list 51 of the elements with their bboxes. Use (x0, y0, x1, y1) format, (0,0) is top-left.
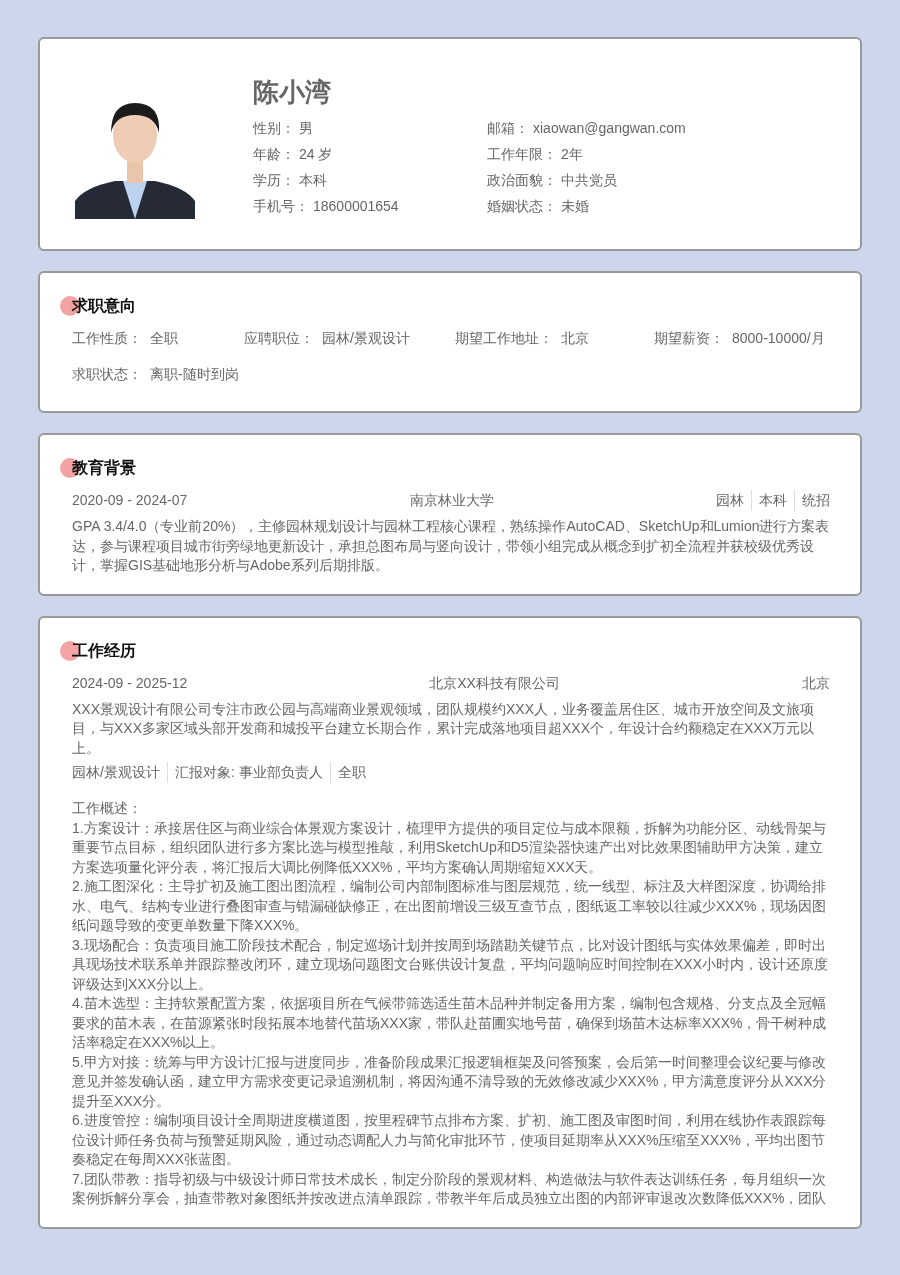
field-value: 离职-随时到岗 (150, 366, 239, 382)
duty-item: 5.甲方对接：统筹与甲方设计汇报与进度同步，准备阶段成果汇报逻辑框架及问答预案，会后第一时间整理会议纪要与修改意见并签发确认函，建立甲方需求变更记录追溯机制，将因沟通不清导致的无效修改减少XXX%，甲方满意度评分从XXX分提升至XXX分。 (72, 1052, 828, 1111)
field-value: 本科 (299, 172, 327, 188)
duty-item: 7.团队带教：指导初级与中级设计师日常技术成长，制定分阶段的景观材料、构造做法与软件表达训练任务，每月组织一次案例拆解分享会，抽查带教对象图纸并按改进点清单跟踪，带教半年后成员独立出图的内部评审退改次数降低XXX%，团队 (72, 1169, 828, 1208)
duty-item: 4.苗木选型：主持软景配置方案，依据项目所在气候带筛选适生苗木品种并制定备用方案，编制包含规格、分支点及全冠幅要求的苗木表，在苗源紧张时段拓展本地替代苗场XXX家，带队赴苗圃实地号苗，确保到场苗木达标率XXX%，骨干树种成活率稳定在XXX%以上。 (72, 994, 828, 1052)
field-value: 8000-10000/月 (732, 330, 825, 346)
field-value: 中共党员 (561, 172, 617, 188)
field-label: 手机号： (253, 198, 309, 214)
section-title: 求职意向 (72, 296, 136, 316)
duty-item: 2.施工图深化：主导扩初及施工图出图流程，编制公司内部制图标准与图层规范，统一线型、标注及大样图深度，协调给排水、电气、结构专业进行叠图审查与错漏碰缺修正，在出图前增设三级互查节点，图纸返工率较以往减少XXX%，现场因图纸问题导致的变更单数量下降XXX%。 (72, 877, 828, 935)
field-label: 工作年限： (487, 146, 557, 162)
field-label: 邮箱： (487, 120, 529, 136)
tag-text: 本科 (751, 490, 787, 511)
company-name: 北京XX科技有限公司 (429, 673, 560, 693)
field-label: 婚姻状态： (487, 198, 557, 214)
field-label: 学历： (253, 172, 295, 188)
description-text: GPA 3.4/4.0（专业前20%），主修园林规划设计与园林工程核心课程，熟练操作AutoCAD、SketchUp和Lumion进行方案表达，参与课程项目城市街旁绿地更新设计，承担总图布局与竖向设计，带领小组完成从概念到扩初全流程并获校级优秀设计，掌握GIS基础地形分析与Adobe系列后期排版。 (72, 517, 830, 575)
overview-label: 工作概述： (72, 799, 143, 818)
field-value: 北京 (561, 330, 589, 346)
field-value: 未婚 (561, 198, 589, 214)
field-value: 园林/景观设计 (322, 330, 410, 346)
field-label: 期望工作地址： (455, 330, 553, 346)
tag-text: 园林/景观设计 (72, 763, 160, 782)
section-title: 工作经历 (72, 640, 136, 661)
duty-item: 3.现场配合：负责项目施工阶段技术配合，制定巡场计划并按周到场踏勘关键节点，比对设计图纸与实体效果偏差，即时出具现场技术联系单并跟踪整改闭环，建立现场问题图文台账供设计复盘，平均问题响应时间控制在XXX小时内，设计还原度评级达到XXX分以上。 (72, 935, 829, 994)
field-label: 性别： (253, 120, 295, 136)
field-value: 男 (299, 120, 313, 136)
section-title: 教育背景 (72, 458, 136, 478)
field-value: 24 岁 (299, 146, 333, 162)
location-text: 北京 (802, 673, 830, 693)
field-value: 全职 (150, 330, 178, 346)
tag-text: 园林 (716, 491, 744, 510)
field-value: xiaowan@gangwan.com (533, 120, 686, 136)
person-name: 陈小湾 (253, 76, 332, 108)
duty-item: 6.进度管控：编制项目设计全周期进度横道图，按里程碑节点排布方案、扩初、施工图及审图时间，利用在线协作表跟踪每位设计师任务负荷与预警延期风险，通过动态调配人力与简化审批环节，使项目延期率从XXX%压缩至XXX%，平均出图节奏稳定在每周XXX张蓝图。 (72, 1111, 827, 1169)
field-label: 期望薪资： (654, 330, 724, 346)
field-label: 年龄： (253, 146, 295, 162)
date-range: 2020-09 - 2024-07 (72, 491, 188, 510)
description-text: XXX景观设计有限公司专注市政公园与高端商业景观领域，团队规模约XXX人，业务覆盖居住区、城市开放空间及文旅项目，与XXX多家区域头部开发商和城投平台建立长期合作，累计完成落地项目超XXX个，年设计合约额稳定在XXX万元以上。 (72, 699, 816, 758)
date-range: 2024-09 - 2025-12 (72, 673, 188, 693)
field-label: 政治面貌： (487, 172, 557, 188)
field-value: 2年 (561, 146, 583, 162)
tag-text: 全职 (329, 762, 366, 783)
school-name: 南京林业大学 (409, 491, 494, 510)
tag-text: 汇报对象: 事业部负责人 (166, 762, 323, 783)
tag-text: 统招 (794, 490, 830, 511)
field-label: 工作性质： (72, 330, 142, 346)
field-label: 求职状态： (72, 366, 142, 382)
duty-item: 1.方案设计：承接居住区与商业综合体景观方案设计，梳理甲方提供的项目定位与成本限额，拆解为功能分区、动线骨架与重要节点目标，组织团队进行多方案比选与模型推敲，利用SketchUp和D5渲染器快速产出对比效果图辅助甲方决策，建立方案选项量化评分表，将汇报后大调比例降低XXX%，平均方案确认周期缩短XXX天。 (72, 818, 827, 877)
field-label: 应聘职位： (244, 330, 314, 346)
field-value: 18600001654 (313, 198, 399, 214)
